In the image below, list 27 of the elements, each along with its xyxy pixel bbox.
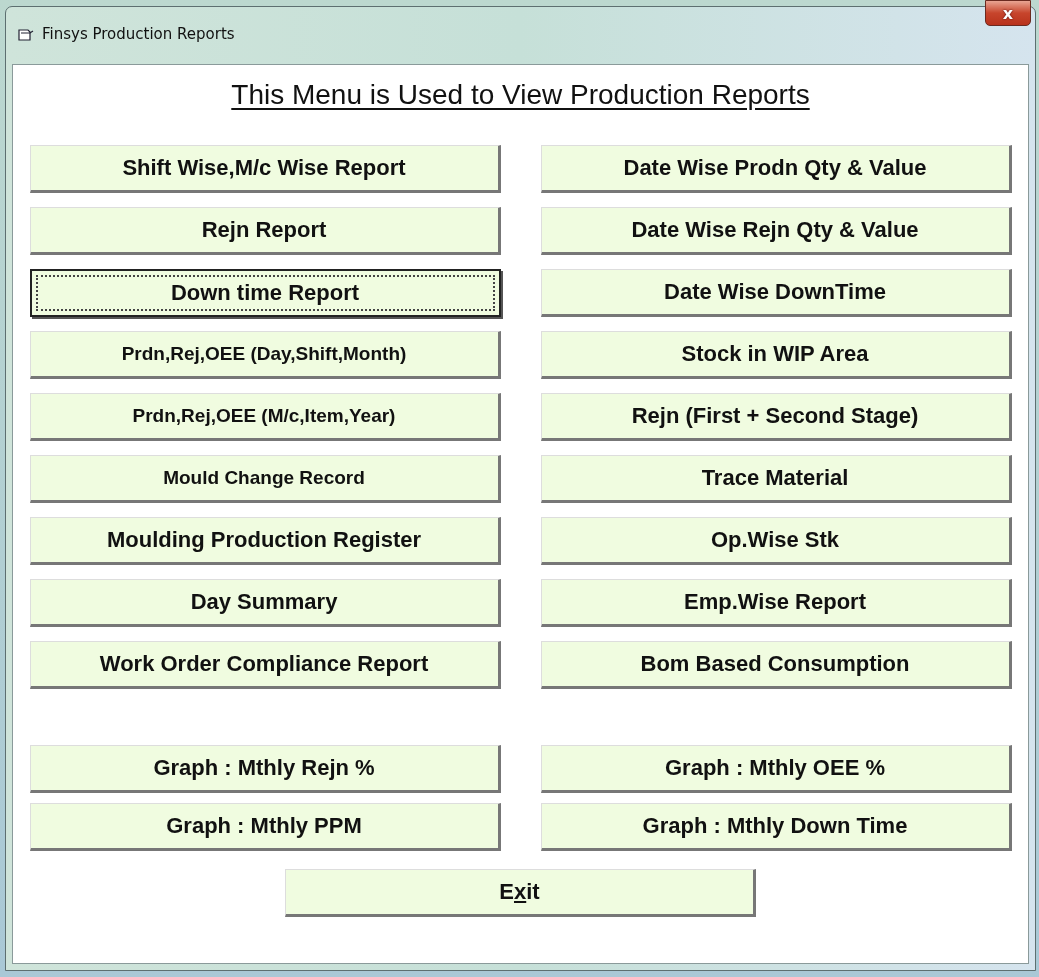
report-button[interactable]: Date Wise Rejn Qty & Value bbox=[540, 207, 1012, 255]
report-button[interactable]: Day Summary bbox=[29, 579, 501, 627]
graph-button[interactable]: Graph : Mthly OEE % bbox=[540, 745, 1012, 793]
heading: This Menu is Used to View Production Reports bbox=[231, 79, 810, 111]
report-button[interactable]: Prdn,Rej,OEE (M/c,Item,Year) bbox=[29, 393, 501, 441]
report-button[interactable]: Emp.Wise Report bbox=[540, 579, 1012, 627]
graph-button[interactable]: Graph : Mthly PPM bbox=[29, 803, 501, 851]
report-button[interactable]: Date Wise DownTime bbox=[540, 269, 1012, 317]
report-button[interactable]: Shift Wise,M/c Wise Report bbox=[29, 145, 501, 193]
report-button[interactable]: Moulding Production Register bbox=[29, 517, 501, 565]
window-title: Finsys Production Reports bbox=[42, 25, 235, 43]
report-button[interactable]: Prdn,Rej,OEE (Day,Shift,Month) bbox=[29, 331, 501, 379]
report-button[interactable]: Bom Based Consumption bbox=[540, 641, 1012, 689]
report-button[interactable]: Down time Report bbox=[29, 269, 501, 317]
graph-button[interactable]: Graph : Mthly Rejn % bbox=[29, 745, 501, 793]
report-button[interactable]: Rejn (First + Second Stage) bbox=[540, 393, 1012, 441]
report-button[interactable]: Stock in WIP Area bbox=[540, 331, 1012, 379]
report-button[interactable]: Mould Change Record bbox=[29, 455, 501, 503]
report-button[interactable]: Work Order Compliance Report bbox=[29, 641, 501, 689]
window-icon bbox=[18, 28, 34, 42]
report-button[interactable]: Trace Material bbox=[540, 455, 1012, 503]
close-button[interactable]: x bbox=[985, 0, 1031, 26]
graph-button[interactable]: Graph : Mthly Down Time bbox=[540, 803, 1012, 851]
exit-button[interactable]: Exit bbox=[285, 869, 756, 917]
report-button[interactable]: Op.Wise Stk bbox=[540, 517, 1012, 565]
report-button[interactable]: Date Wise Prodn Qty & Value bbox=[540, 145, 1012, 193]
report-button[interactable]: Rejn Report bbox=[29, 207, 501, 255]
